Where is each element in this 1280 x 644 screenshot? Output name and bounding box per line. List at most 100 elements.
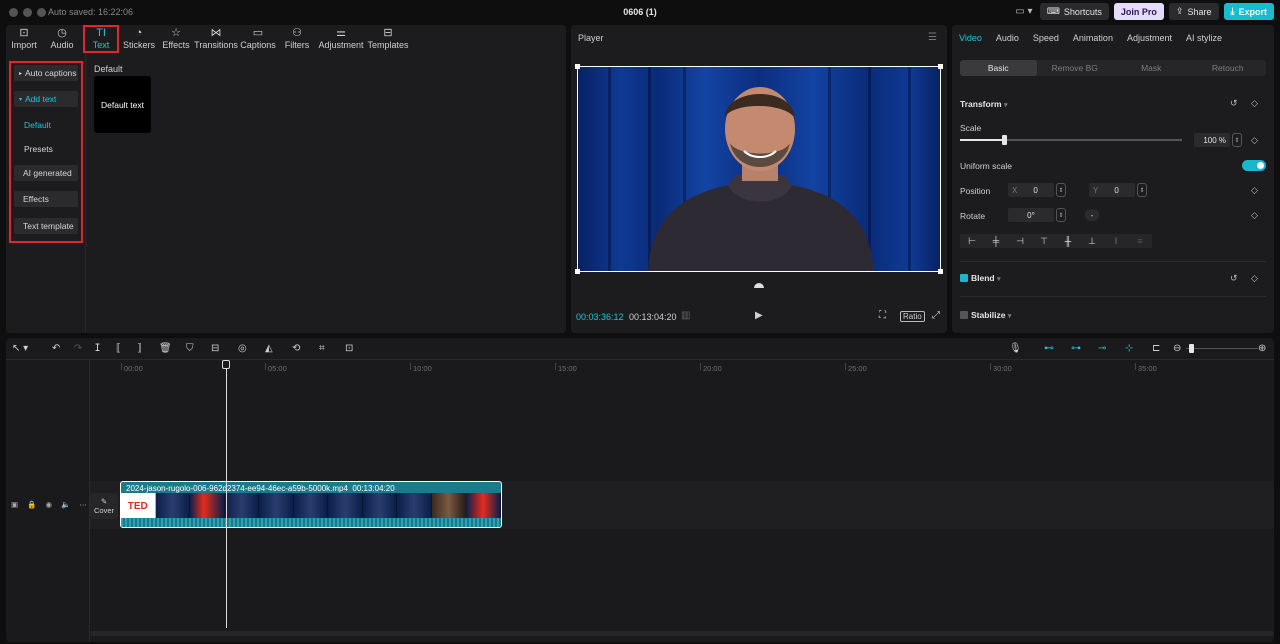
ai-generated-button[interactable]: AI generated (14, 165, 78, 181)
tab-audio[interactable]: Audio (996, 33, 1019, 43)
zoom-slider-knob[interactable] (1189, 344, 1194, 353)
position-y-stepper[interactable]: ⇕ (1137, 183, 1147, 197)
add-text-button[interactable]: ▾ Add text (14, 91, 78, 107)
reset-icon[interactable]: ↺ (1230, 98, 1238, 109)
scale-stepper[interactable]: ⇕ (1232, 133, 1242, 147)
default-text-tile[interactable]: Default text (94, 76, 151, 133)
minimize-window-button[interactable] (23, 8, 32, 17)
align-center-h-icon[interactable]: ╪ (984, 234, 1008, 248)
keyframe-icon[interactable]: ◇ (1251, 273, 1258, 284)
mirror-icon[interactable]: ◭ (265, 343, 273, 354)
tab-templates[interactable]: ⊟ Templates (365, 25, 411, 53)
speaker-icon[interactable]: 🔈 (61, 500, 70, 509)
split-left-icon[interactable]: ⟦ (116, 343, 121, 354)
playhead[interactable] (226, 360, 227, 628)
scale-slider-knob[interactable] (1002, 135, 1007, 145)
ratio-button[interactable]: Ratio (900, 311, 925, 322)
fit-screen-icon[interactable]: ⛶ (879, 310, 886, 321)
text-template-button[interactable]: Text template (14, 218, 78, 234)
preview-axis-icon[interactable]: ⊹ (1125, 343, 1133, 354)
rotate-dial[interactable]: - (1085, 209, 1099, 221)
play-icon[interactable]: ▶ (755, 310, 763, 321)
frames-icon[interactable]: ▥ (681, 310, 690, 321)
zoom-slider[interactable] (1186, 348, 1258, 349)
keyframe-icon[interactable]: ◇ (1251, 98, 1258, 109)
subtab-mask[interactable]: Mask (1113, 60, 1190, 76)
rotate-icon[interactable]: ⟲ (292, 343, 300, 354)
align-middle-icon[interactable]: ╫ (1056, 234, 1080, 248)
blend-checkbox[interactable] (960, 274, 968, 282)
layout-icon[interactable]: ▭ ▾ (1013, 4, 1035, 20)
tab-transitions[interactable]: ⋈ Transitions (193, 25, 239, 53)
blend-header[interactable]: Blend ▾ (971, 273, 1001, 283)
time-ruler[interactable]: 00:00 05:00 10:00 15:00 20:00 25:00 30:0… (90, 360, 1274, 373)
position-x-input[interactable]: X0 (1008, 183, 1054, 197)
zoom-out-icon[interactable]: ⊖ (1173, 343, 1181, 354)
main-track-magnet-icon[interactable]: ⊷ (1044, 343, 1054, 354)
more-icon[interactable]: ⋯ (79, 500, 87, 509)
tab-effects[interactable]: ☆ Effects (159, 25, 193, 53)
share-button[interactable]: ⇪ Share (1168, 3, 1219, 20)
tab-text[interactable]: TI Text (83, 25, 119, 53)
uniform-scale-toggle[interactable] (1242, 160, 1266, 171)
reset-icon[interactable]: ↺ (1230, 273, 1238, 284)
tab-speed[interactable]: Speed (1033, 33, 1059, 43)
join-pro-button[interactable]: Join Pro (1113, 3, 1164, 20)
mark-icon[interactable]: ⛉ (186, 343, 194, 354)
shortcuts-button[interactable]: ⌨ Shortcuts (1039, 3, 1109, 20)
microphone-icon[interactable]: 🎙 (1009, 343, 1022, 354)
align-top-icon[interactable]: ⊤ (1032, 234, 1056, 248)
tab-audio[interactable]: ◷ Audio (42, 25, 82, 53)
image-edit-icon[interactable]: ⊡ (345, 343, 353, 354)
transform-header[interactable]: Transform ▾ (960, 99, 1007, 109)
video-preview[interactable] (577, 66, 941, 272)
scale-input[interactable]: 100 % (1194, 133, 1230, 147)
rotate-input[interactable]: 0° (1008, 208, 1054, 222)
align-left-icon[interactable]: ⊢ (960, 234, 984, 248)
linkage-icon[interactable]: ⊸ (1098, 343, 1106, 354)
tab-video[interactable]: Video (959, 33, 982, 43)
resize-handle-tl[interactable] (575, 64, 580, 69)
keyframe-icon[interactable]: ◇ (1251, 210, 1258, 221)
subtab-retouch[interactable]: Retouch (1190, 60, 1267, 76)
tab-filters[interactable]: ⚇ Filters (277, 25, 317, 53)
split-right-icon[interactable]: ⟧ (137, 343, 142, 354)
sidebar-item-presets[interactable]: Presets (24, 144, 53, 154)
eye-icon[interactable]: ◉ (45, 500, 52, 509)
resize-handle-br[interactable] (938, 269, 943, 274)
sidebar-item-default[interactable]: Default (24, 120, 51, 130)
tab-animation[interactable]: Animation (1073, 33, 1113, 43)
speed-icon[interactable]: ◎ (238, 343, 247, 354)
freeze-icon[interactable]: ⊟ (211, 343, 219, 354)
tab-captions[interactable]: ▭ Captions (239, 25, 277, 53)
tab-adjustment[interactable]: Adjustment (1127, 33, 1172, 43)
keyframe-icon[interactable]: ◇ (1251, 135, 1258, 146)
subtab-remove-bg[interactable]: Remove BG (1037, 60, 1114, 76)
playhead-handle[interactable] (222, 360, 230, 369)
redo-icon[interactable]: ↷ (74, 343, 82, 354)
export-button[interactable]: ⤓ Export (1223, 3, 1274, 20)
distribute-h-icon[interactable]: ‖ (1104, 234, 1128, 248)
video-clip[interactable]: 2024-jason-rugolo-006-962d2374-ee94-46ec… (120, 481, 502, 528)
auto-captions-button[interactable]: ▸ Auto captions (14, 65, 78, 81)
resize-handle-tr[interactable] (938, 64, 943, 69)
close-window-button[interactable] (9, 8, 18, 17)
stabilize-header[interactable]: Stabilize ▾ (971, 310, 1011, 320)
timeline-scrollbar[interactable] (90, 631, 1274, 636)
position-x-stepper[interactable]: ⇕ (1056, 183, 1066, 197)
subtab-basic[interactable]: Basic (960, 60, 1037, 76)
fullscreen-icon[interactable]: ⤢ (932, 310, 940, 321)
tab-stickers[interactable]: ◔ Stickers (119, 25, 159, 53)
effects-button[interactable]: Effects (14, 191, 78, 207)
split-icon[interactable]: ⵊ (95, 343, 100, 354)
rotate-handle[interactable] (754, 283, 764, 288)
crop-icon[interactable]: ⌗ (319, 343, 325, 354)
delete-icon[interactable]: 🗑 (159, 343, 172, 354)
tab-adjustment[interactable]: ⚌ Adjustment (317, 25, 365, 53)
maximize-window-button[interactable] (37, 8, 46, 17)
auto-snap-icon[interactable]: ⊶ (1071, 343, 1081, 354)
keyframe-icon[interactable]: ◇ (1251, 185, 1258, 196)
lock-icon[interactable]: 🔒 (27, 500, 36, 509)
menu-icon[interactable]: ☰ (928, 32, 937, 43)
distribute-v-icon[interactable]: ≡ (1128, 234, 1152, 248)
